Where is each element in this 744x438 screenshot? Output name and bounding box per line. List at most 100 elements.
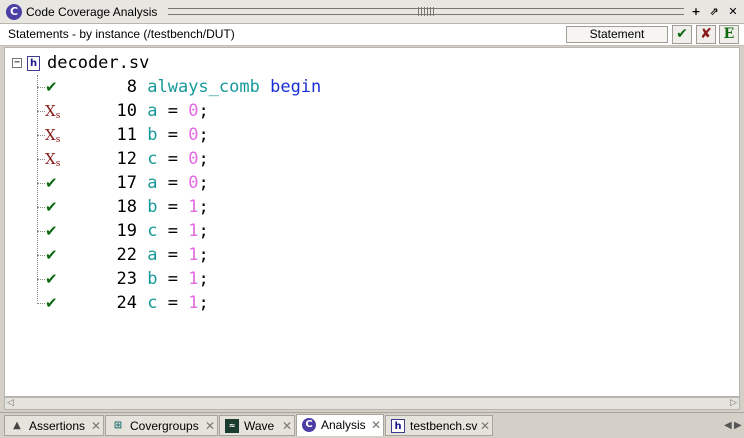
horizontal-scrollbar[interactable]: ◁ ▷: [4, 397, 740, 410]
keyword: always_comb: [147, 77, 260, 97]
keyword: begin: [270, 77, 322, 97]
tree-row-header[interactable]: ✔ 8 always_comb begin: [5, 75, 739, 99]
coverage-type-select[interactable]: Statement: [566, 26, 668, 43]
tab-covergroups[interactable]: ⊞ Covergroups ✕: [105, 415, 218, 436]
tab-prev-icon[interactable]: ◀: [724, 420, 732, 431]
covergroup-icon: ⊞: [113, 420, 123, 431]
close-window-button[interactable]: ✕: [726, 5, 740, 19]
scroll-left-icon[interactable]: ◁: [5, 398, 16, 409]
tab-assertions[interactable]: ▲ Assertions ✕: [4, 415, 104, 436]
variable-name: b: [147, 197, 158, 217]
statement-row[interactable]: ✔ 23 b = 1;: [5, 267, 739, 291]
statement-end: ;: [198, 269, 209, 289]
code-line: 10 a = 0;: [5, 101, 209, 121]
close-tab-icon[interactable]: ✕: [282, 419, 292, 433]
tab-label: Covergroups: [130, 419, 199, 433]
collapse-toggle-icon[interactable]: −: [12, 58, 22, 68]
code-line: 17 a = 0;: [5, 173, 209, 193]
operator: =: [157, 269, 189, 289]
source-file-icon: h: [27, 56, 40, 71]
line-number: 24: [116, 293, 137, 313]
operator: =: [157, 293, 189, 313]
window-title: Code Coverage Analysis: [26, 5, 158, 19]
operator: =: [157, 125, 189, 145]
line-number: 19: [116, 221, 137, 241]
assigned-value: 0: [188, 149, 199, 169]
tab-label: Assertions: [29, 419, 86, 433]
statement-end: ;: [198, 197, 209, 217]
code-line: 18 b = 1;: [5, 197, 209, 217]
tab-wave[interactable]: ≈ Wave ✕: [219, 415, 295, 436]
statement-row[interactable]: ✔ 19 c = 1;: [5, 219, 739, 243]
statement-row[interactable]: Xs 11 b = 0;: [5, 123, 739, 147]
statement-row[interactable]: ✔ 22 a = 1;: [5, 243, 739, 267]
statement-row[interactable]: Xs 12 c = 0;: [5, 147, 739, 171]
statement-row[interactable]: ✔ 24 c = 1;: [5, 291, 739, 315]
assigned-value: 1: [188, 197, 199, 217]
add-panel-button[interactable]: +: [689, 5, 703, 19]
tab-testbench[interactable]: h testbench.sv ✕: [385, 415, 493, 436]
code-line: 23 b = 1;: [5, 269, 209, 289]
variable-name: b: [147, 125, 158, 145]
code-line: 11 b = 0;: [5, 125, 209, 145]
assigned-value: 1: [188, 221, 199, 241]
tab-label: testbench.sv: [410, 419, 478, 433]
assigned-value: 0: [188, 101, 199, 121]
operator: =: [157, 245, 189, 265]
line-number: 23: [116, 269, 137, 289]
assigned-value: 0: [188, 173, 199, 193]
statement-end: ;: [198, 221, 209, 241]
tab-next-icon[interactable]: ▶: [734, 420, 742, 431]
show-misses-button[interactable]: ✘: [696, 25, 716, 44]
show-exclusions-button[interactable]: E: [719, 25, 739, 44]
assigned-value: 0: [188, 125, 199, 145]
coverage-header: Statements - by instance (/testbench/DUT…: [8, 27, 235, 41]
toolbar: Statements - by instance (/testbench/DUT…: [0, 24, 744, 46]
scroll-right-icon[interactable]: ▷: [728, 398, 739, 409]
operator: =: [157, 197, 189, 217]
close-tab-icon[interactable]: ✕: [480, 419, 490, 433]
line-number: 22: [116, 245, 137, 265]
line-number: 10: [116, 101, 137, 121]
variable-name: a: [147, 173, 158, 193]
close-tab-icon[interactable]: ✕: [205, 419, 215, 433]
statement-row[interactable]: Xs 10 a = 0;: [5, 99, 739, 123]
code-line: 19 c = 1;: [5, 221, 209, 241]
variable-name: a: [147, 101, 158, 121]
show-hits-button[interactable]: ✔: [672, 25, 692, 44]
tree-root-row[interactable]: − h decoder.sv: [5, 52, 739, 74]
line-number: 8: [126, 77, 137, 97]
statement-end: ;: [198, 245, 209, 265]
assigned-value: 1: [188, 293, 199, 313]
title-bar: C Code Coverage Analysis + ⇗ ✕: [0, 0, 744, 24]
line-number: 11: [116, 125, 137, 145]
code-line: 22 a = 1;: [5, 245, 209, 265]
close-tab-icon[interactable]: ✕: [91, 419, 101, 433]
statement-end: ;: [198, 293, 209, 313]
line-number: 12: [116, 149, 137, 169]
statement-row[interactable]: ✔ 17 a = 0;: [5, 171, 739, 195]
coverage-tree[interactable]: − h decoder.sv ✔ 8 always_comb begin Xs 1…: [4, 47, 740, 397]
line-number: 17: [116, 173, 137, 193]
statement-end: ;: [198, 125, 209, 145]
variable-name: c: [147, 221, 158, 241]
assertion-icon: ▲: [13, 420, 21, 431]
statement-row[interactable]: ✔ 18 b = 1;: [5, 195, 739, 219]
variable-name: c: [147, 293, 158, 313]
source-file-label: decoder.sv: [47, 53, 150, 73]
tab-label: Wave: [244, 419, 275, 433]
operator: =: [157, 101, 189, 121]
code-line: 12 c = 0;: [5, 149, 209, 169]
tab-analysis[interactable]: C Analysis ✕: [296, 414, 384, 436]
statement-end: ;: [198, 149, 209, 169]
grip-dots-icon[interactable]: [418, 7, 436, 16]
line-number: 18: [116, 197, 137, 217]
statement-end: ;: [198, 101, 209, 121]
assigned-value: 1: [188, 245, 199, 265]
wave-icon: ≈: [225, 419, 239, 433]
assigned-value: 1: [188, 269, 199, 289]
undock-button[interactable]: ⇗: [707, 5, 721, 19]
app-logo-icon: C: [6, 4, 22, 20]
close-tab-icon[interactable]: ✕: [371, 418, 381, 432]
variable-name: c: [147, 149, 158, 169]
